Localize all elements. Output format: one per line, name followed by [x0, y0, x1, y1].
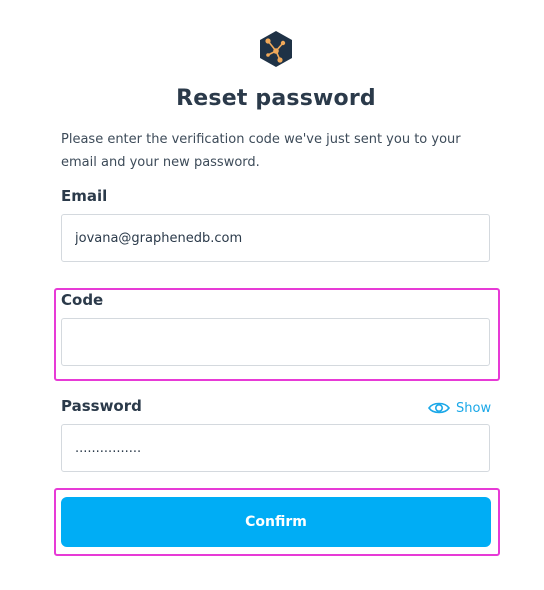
password-field[interactable] — [62, 425, 489, 471]
password-field-wrapper — [61, 424, 490, 472]
code-field-wrapper — [61, 318, 490, 366]
reset-password-page: Reset password Please enter the verifica… — [0, 0, 544, 590]
code-field[interactable] — [62, 319, 489, 365]
confirm-button[interactable]: Confirm — [61, 497, 491, 547]
email-label: Email — [61, 187, 108, 205]
show-password-toggle[interactable]: Show — [428, 398, 491, 418]
code-label: Code — [61, 291, 104, 309]
show-password-label: Show — [456, 400, 492, 416]
graph-hexagon-logo-icon — [260, 31, 292, 67]
page-title: Reset password — [176, 86, 376, 111]
email-field[interactable] — [62, 215, 489, 261]
email-field-wrapper — [61, 214, 490, 262]
password-label: Password — [61, 397, 142, 415]
eye-icon — [428, 402, 450, 414]
instructions-text: Please enter the verification code we've… — [61, 132, 461, 170]
